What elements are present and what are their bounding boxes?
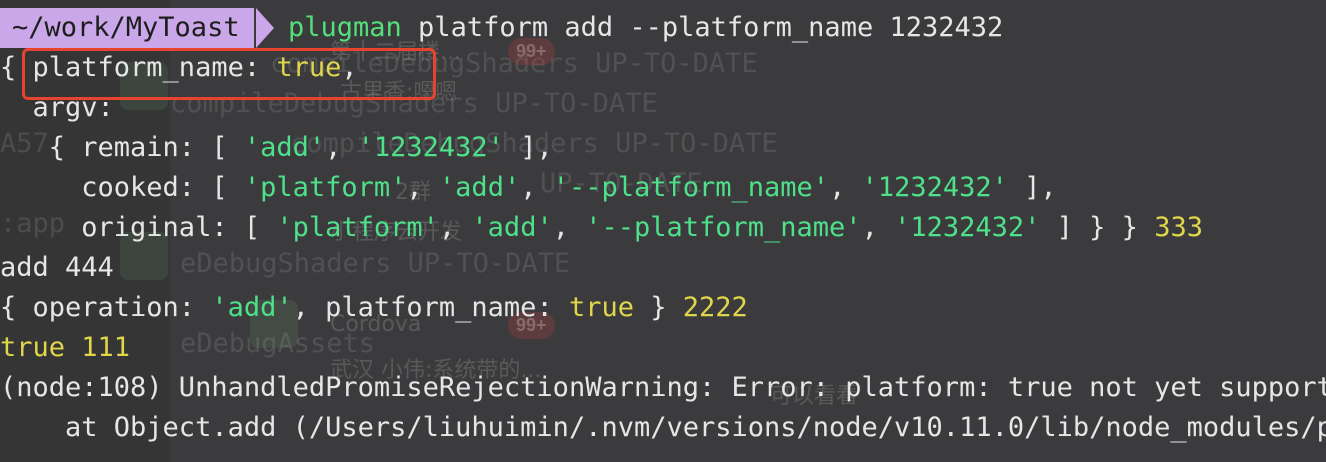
output-line-6: add 444 [0, 252, 114, 283]
command-args: platform add --platform_name 1232432 [401, 12, 1004, 43]
output-line-4: cooked: [ 'platform', 'add', '--platform… [0, 172, 1057, 203]
output-line-9: (node:108) UnhandledPromiseRejectionWarn… [0, 372, 1326, 403]
prompt-path: ~/work/MyToast [0, 8, 254, 48]
output-line-8: true 111 [0, 332, 131, 363]
output-line-5: original: [ 'platform', 'add', '--platfo… [0, 212, 1203, 243]
output-line-3: { remain: [ 'add', '1232432' ], [0, 132, 553, 163]
background-text: eDebugShaders UP-TO-DATE [180, 248, 571, 279]
prompt-arrow-icon [256, 8, 274, 48]
command-name: plugman [288, 12, 402, 43]
terminal-window[interactable]: compileDebugShaders UP-TO-DATE compileDe… [0, 0, 1326, 462]
output-line-7: { operation: 'add', platform_name: true … [0, 292, 748, 323]
output-line-10: at Object.add (/Users/liuhuimin/.nvm/ver… [0, 412, 1326, 443]
command-line[interactable]: plugman platform add --platform_name 123… [288, 8, 1003, 48]
annotation-highlight-box [22, 48, 436, 100]
